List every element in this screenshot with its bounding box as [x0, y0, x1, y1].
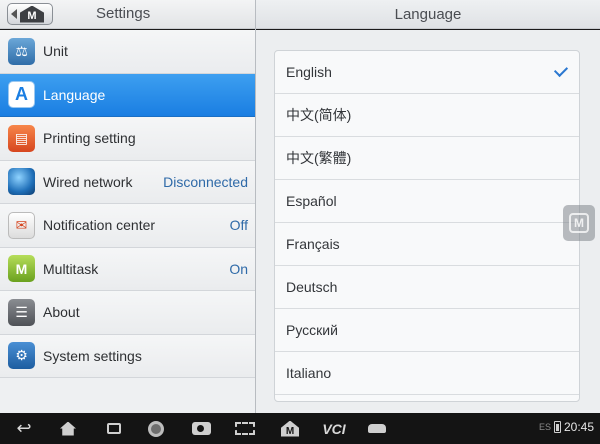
settings-item-label: About [43, 304, 80, 321]
language-option-label: Italiano [286, 365, 332, 381]
settings-item-system-settings[interactable]: ⚙ System settings [0, 334, 255, 378]
language-option-label: Français [286, 236, 340, 252]
settings-item-language[interactable]: A Language [0, 73, 255, 117]
maxisys-home-button[interactable]: M [280, 418, 300, 439]
screenshot-icon [235, 422, 255, 435]
settings-header: M Settings [0, 0, 255, 29]
settings-item-value: Disconnected [163, 173, 248, 190]
multitask-icon: M [8, 255, 35, 283]
language-option-spanish[interactable]: Español [275, 180, 579, 223]
about-icon: ☰ [8, 298, 35, 326]
language-option-chinese-simplified[interactable]: 中文(简体) [275, 94, 579, 137]
browser-button[interactable] [146, 418, 166, 439]
language-header: Language [256, 0, 600, 29]
language-option-russian[interactable]: Русский [275, 309, 579, 352]
back-icon: ↩ [16, 418, 32, 438]
settings-list: ⚖ Unit A Language ▤ Printing setting Wir… [0, 30, 255, 413]
back-button[interactable]: ↩ [12, 418, 36, 439]
home-icon [60, 421, 76, 436]
gear-icon: ⚙ [8, 342, 35, 370]
language-option-italian[interactable]: Italiano [275, 352, 579, 395]
language-option-label: English [286, 64, 332, 80]
settings-item-value: On [229, 260, 248, 277]
vci-button[interactable]: VCI [318, 418, 350, 439]
language-option-chinese-traditional[interactable]: 中文(繁體) [275, 137, 579, 180]
check-icon [553, 62, 569, 78]
globe-icon [8, 168, 35, 196]
recent-apps-button[interactable] [104, 418, 124, 439]
settings-item-value: Off [229, 217, 248, 234]
language-option-german[interactable]: Deutsch [275, 266, 579, 309]
chrome-icon [148, 420, 164, 437]
car-icon [368, 424, 386, 433]
language-icon: A [8, 81, 35, 109]
settings-item-about[interactable]: ☰ About [0, 291, 255, 335]
language-option-label: Español [286, 193, 337, 209]
language-list: English 中文(简体) 中文(繁體) Español Français D… [274, 50, 580, 402]
m-icon: M [569, 213, 589, 233]
back-arrow-icon [11, 9, 17, 19]
recent-apps-icon [107, 423, 121, 434]
home-button[interactable]: M [7, 3, 53, 25]
language-option-label: Deutsch [286, 279, 338, 295]
settings-item-label: Printing setting [43, 130, 136, 147]
settings-item-label: System settings [43, 347, 142, 364]
settings-item-label: Wired network [43, 173, 133, 190]
status-indicator: ES [538, 422, 551, 432]
settings-item-wired-network[interactable]: Wired network Disconnected [0, 160, 255, 204]
settings-item-label: Multitask [43, 260, 99, 277]
settings-item-printing[interactable]: ▤ Printing setting [0, 117, 255, 161]
camera-button[interactable] [190, 418, 212, 439]
language-panel: English 中文(简体) 中文(繁體) Español Français D… [256, 30, 600, 413]
settings-item-notification-center[interactable]: ✉ Notification center Off [0, 204, 255, 248]
battery-icon [553, 421, 561, 433]
screenshot-button[interactable] [234, 418, 256, 439]
notification-icon: ✉ [8, 211, 35, 239]
language-title: Language [394, 5, 462, 23]
language-option-label: Русский [286, 322, 338, 338]
m-home-icon: M [281, 420, 299, 437]
settings-item-multitask[interactable]: M Multitask On [0, 247, 255, 291]
clock: 20:45 [563, 420, 594, 434]
scale-icon: ⚖ [8, 37, 35, 65]
status-area[interactable]: ES 20:45 [539, 420, 594, 434]
language-option-label: 中文(简体) [286, 107, 352, 123]
language-option-french[interactable]: Français [275, 223, 579, 266]
camera-icon [191, 422, 211, 435]
settings-item-label: Notification center [43, 217, 156, 234]
settings-item-label: Language [43, 86, 106, 103]
m-home-icon: M [20, 5, 44, 23]
home-nav-button[interactable] [58, 418, 78, 439]
floating-menu-button[interactable]: M [563, 205, 595, 241]
vehicle-button[interactable] [366, 418, 388, 439]
settings-title: Settings [96, 5, 151, 22]
language-option-label: 中文(繁體) [286, 150, 352, 166]
settings-item-unit[interactable]: ⚖ Unit [0, 30, 255, 74]
vci-icon: VCI [322, 420, 346, 437]
language-option-english[interactable]: English [275, 51, 579, 94]
system-navbar: ↩ M VCI ES 20:45 [0, 413, 600, 444]
printer-icon: ▤ [8, 124, 35, 152]
settings-item-label: Unit [43, 43, 68, 60]
